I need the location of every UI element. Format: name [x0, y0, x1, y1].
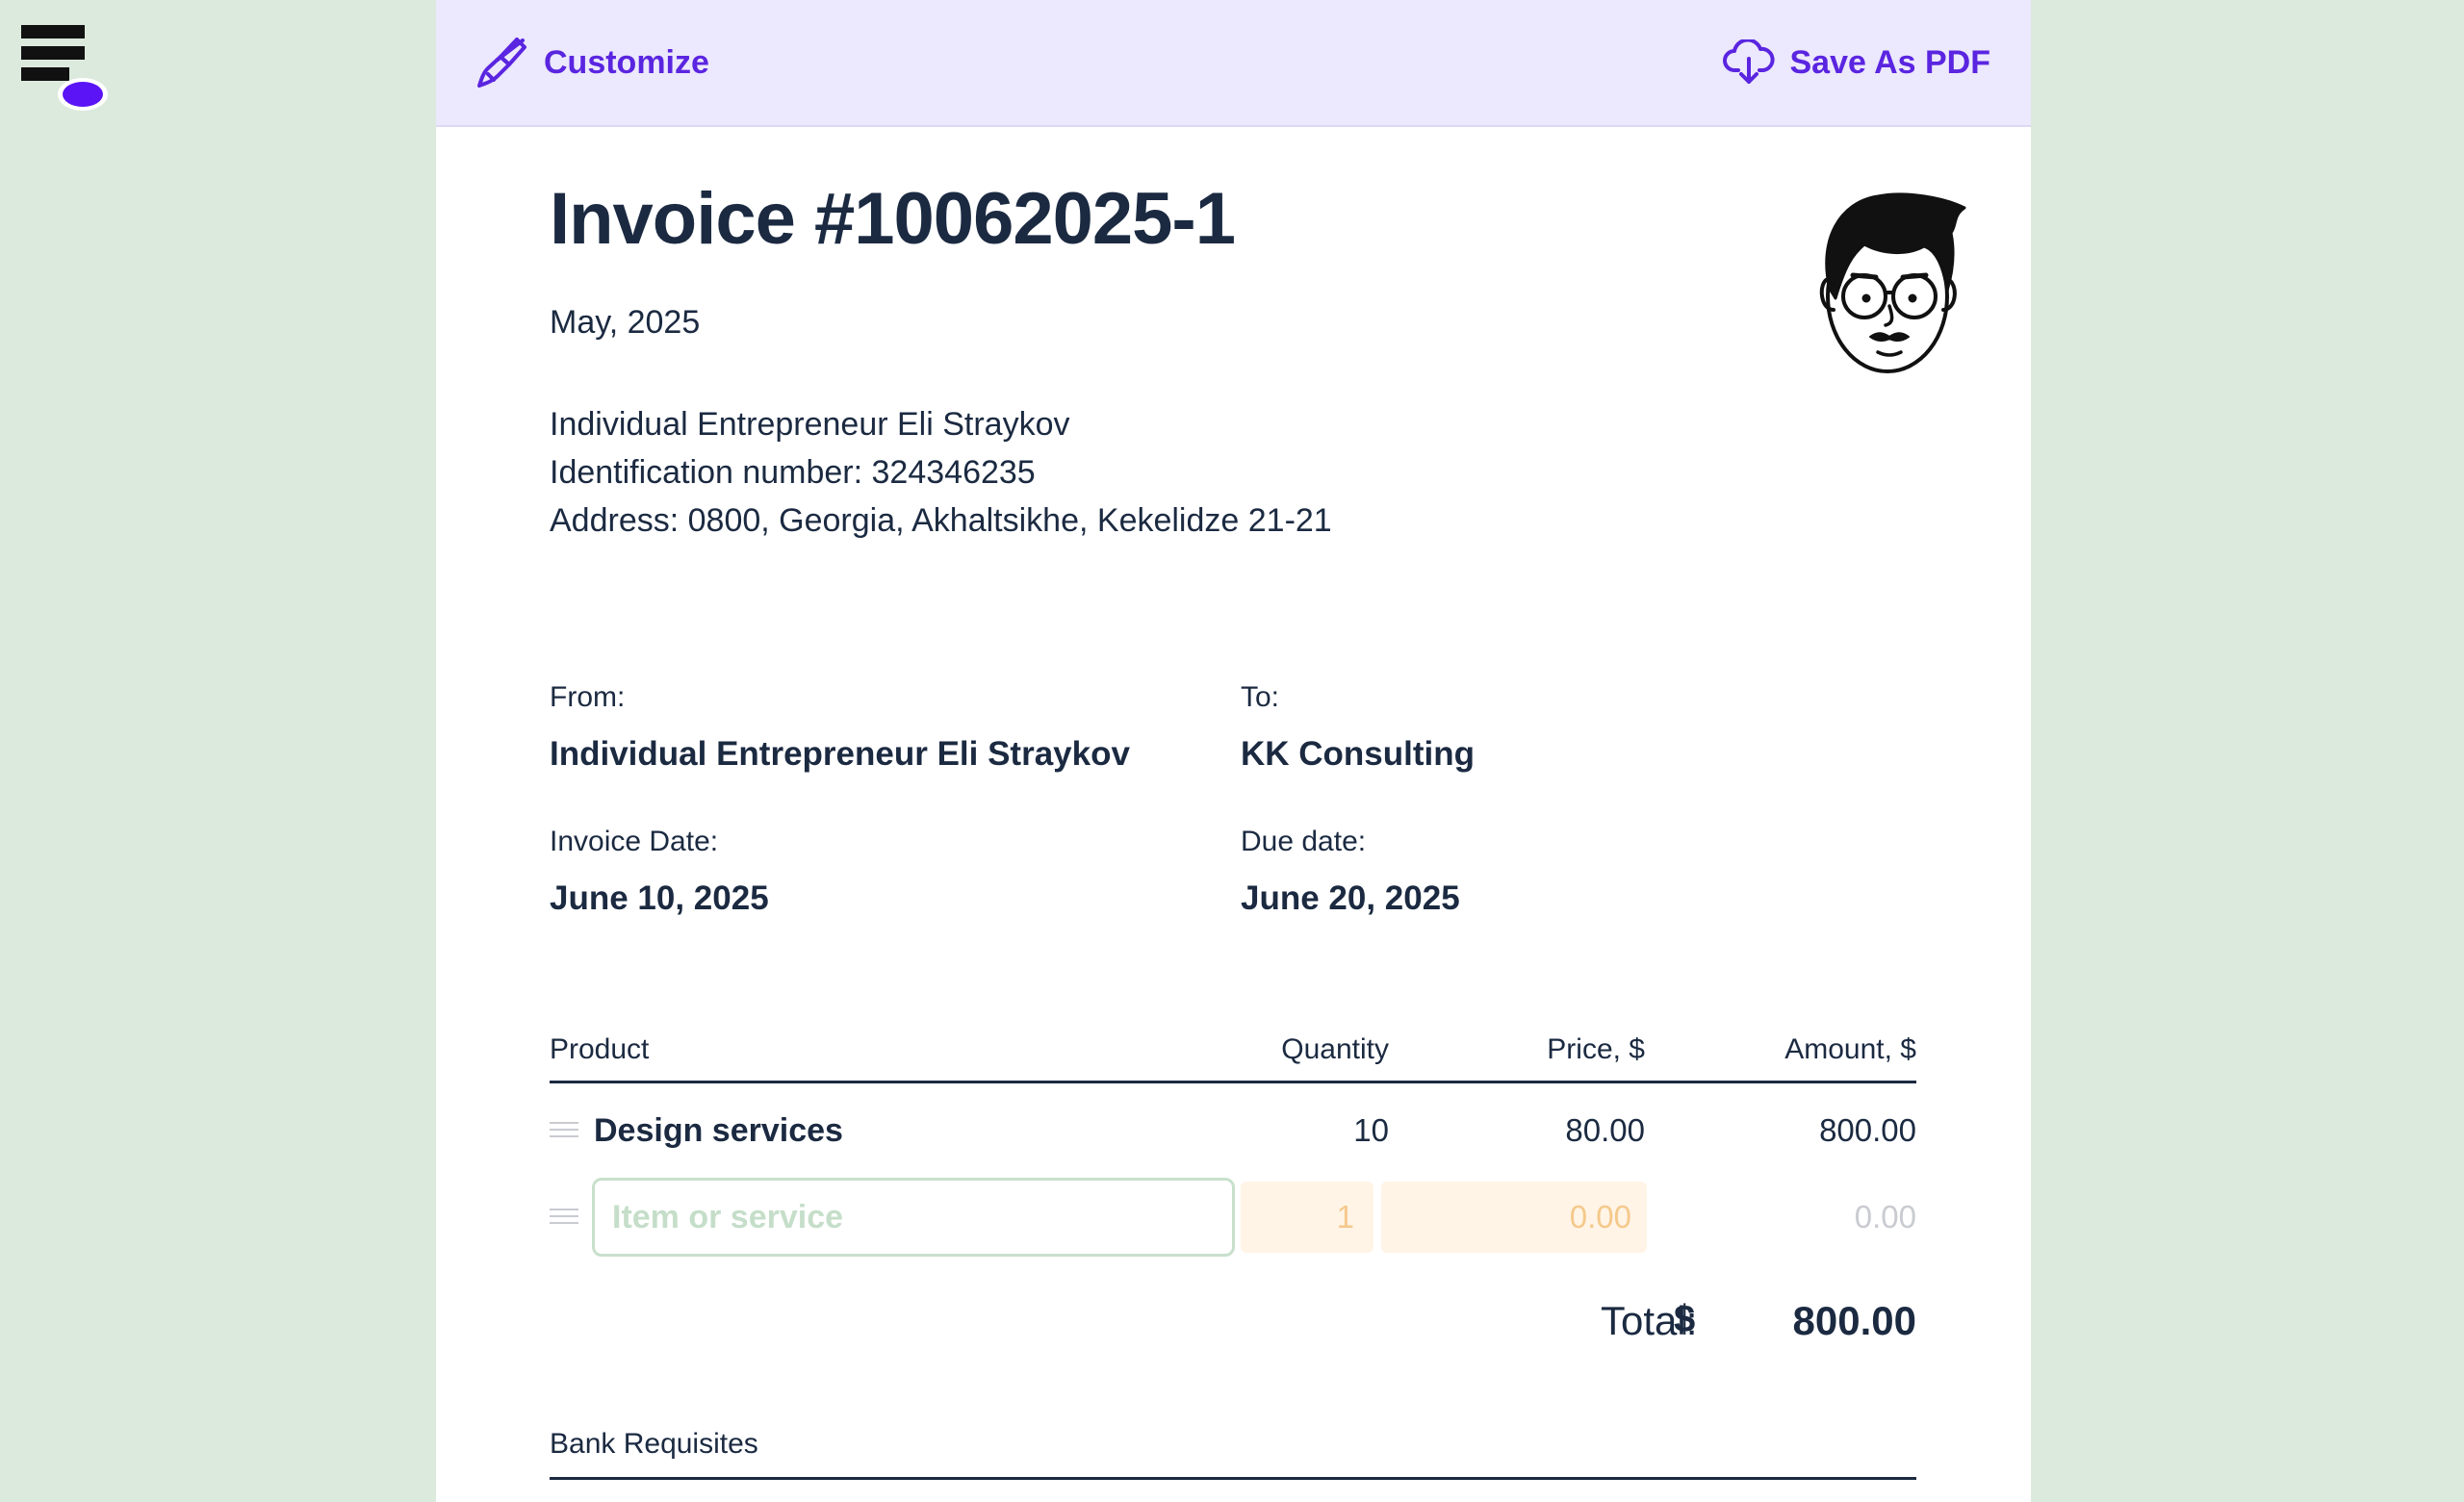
customize-label: Customize [544, 43, 709, 81]
invoice-date-value[interactable]: June 10, 2025 [550, 879, 769, 918]
bank-requisites-label: Bank Requisites [550, 1428, 758, 1460]
due-date-value[interactable]: June 20, 2025 [1241, 879, 1460, 918]
new-quantity-input[interactable]: 1 [1241, 1182, 1373, 1253]
save-as-pdf-button[interactable]: Save As PDF [1722, 39, 1991, 86]
column-quantity: Quantity [1281, 1033, 1389, 1065]
drag-handle-icon[interactable] [550, 1209, 578, 1228]
new-price-input[interactable]: 0.00 [1381, 1182, 1647, 1253]
total-currency: $ [1674, 1298, 1696, 1340]
table-row: Design services 10 80.00 800.00 [550, 1093, 1916, 1176]
items-table-header: Product Quantity Price, $ Amount, $ [550, 1033, 1916, 1083]
new-amount: 0.00 [1854, 1199, 1916, 1235]
issuer-name: Individual Entrepreneur Eli Straykov [550, 406, 1070, 443]
row-amount: 800.00 [1819, 1112, 1916, 1148]
issuer-address: Address: 0800, Georgia, Akhaltsikhe, Kek… [550, 502, 1332, 539]
to-label: To: [1241, 681, 1280, 713]
bank-requisites-heading[interactable]: Bank Requisites [550, 1428, 1916, 1480]
cartoon-face-icon[interactable] [1801, 183, 1974, 381]
issuer-id: Identification number: 324346235 [550, 454, 1036, 491]
invoice-title[interactable]: Invoice #10062025-1 [550, 177, 1236, 261]
issuer-details[interactable]: Individual Entrepreneur Eli Straykov Ide… [550, 400, 1332, 545]
row-price[interactable]: 80.00 [1565, 1112, 1645, 1149]
invoice-sheet: Customize Save As PDF Invoice #10062025-… [436, 0, 2031, 1502]
toolbar: Customize Save As PDF [436, 0, 2031, 127]
column-amount: Amount, $ [1784, 1033, 1916, 1065]
row-product[interactable]: Design services [594, 1112, 843, 1150]
app-logo-icon[interactable] [19, 23, 116, 112]
customize-button[interactable]: Customize [475, 36, 709, 89]
new-item-row: Item or service 1 0.00 0.00 [550, 1172, 1916, 1257]
cloud-download-icon [1722, 39, 1775, 86]
from-value[interactable]: Individual Entrepreneur Eli Straykov [550, 735, 1130, 774]
drag-handle-icon[interactable] [550, 1122, 578, 1141]
save-as-pdf-label: Save As PDF [1789, 43, 1991, 81]
item-or-service-input[interactable]: Item or service [592, 1178, 1235, 1257]
due-date-label: Due date: [1241, 826, 1367, 857]
from-label: From: [550, 681, 626, 713]
to-value[interactable]: KK Consulting [1241, 735, 1475, 774]
invoice-date-label: Invoice Date: [550, 826, 719, 857]
total-value: 800.00 [1792, 1298, 1916, 1343]
paintbrush-icon [475, 36, 528, 89]
column-price: Price, $ [1547, 1033, 1645, 1065]
column-product: Product [550, 1033, 650, 1065]
row-quantity[interactable]: 10 [1353, 1112, 1389, 1149]
invoice-period[interactable]: May, 2025 [550, 304, 700, 342]
